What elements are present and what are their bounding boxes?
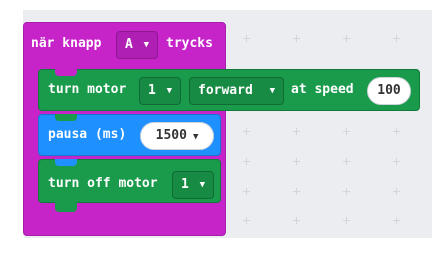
caret-down-icon: ▼	[269, 86, 275, 96]
grid-marker	[293, 188, 300, 195]
pause-label: pausa (ms)	[48, 127, 127, 142]
grid-marker	[393, 217, 400, 224]
grid-marker	[343, 217, 350, 224]
caret-down-icon: ▼	[192, 132, 199, 142]
grid-marker	[393, 128, 400, 135]
caret-down-icon: ▼	[199, 180, 205, 190]
pause-duration-dropdown[interactable]: 1500 ▼	[140, 122, 214, 150]
grid-marker	[393, 158, 400, 165]
caret-down-icon: ▼	[166, 86, 172, 96]
motor-select-value: 1	[148, 83, 156, 98]
direction-select-dropdown[interactable]: forward ▼	[189, 77, 284, 105]
grid-marker	[243, 128, 250, 135]
grid-marker	[393, 188, 400, 195]
block-notch	[55, 114, 77, 121]
grid-marker	[343, 128, 350, 135]
grid-marker	[343, 158, 350, 165]
grid-marker	[243, 217, 250, 224]
motor-select-dropdown[interactable]: 1 ▼	[139, 77, 181, 105]
button-select-value: A	[125, 37, 133, 52]
turn-motor-label: turn motor	[48, 82, 127, 97]
block-notch	[55, 202, 77, 212]
turn-off-motor-label: turn off motor	[48, 176, 158, 191]
motor-off-select-dropdown[interactable]: 1 ▼	[172, 171, 214, 199]
grid-marker	[293, 35, 300, 42]
grid-marker	[393, 35, 400, 42]
grid-marker	[343, 35, 350, 42]
block-notch	[55, 69, 77, 76]
motor-off-select-value: 1	[181, 177, 189, 192]
grid-marker	[243, 158, 250, 165]
direction-select-value: forward	[198, 83, 253, 98]
event-suffix-label: trycks	[166, 36, 213, 51]
grid-marker	[293, 128, 300, 135]
caret-down-icon: ▼	[143, 40, 149, 50]
grid-marker	[343, 188, 350, 195]
speed-input[interactable]: 100	[367, 77, 411, 105]
block-notch	[55, 159, 77, 166]
event-prefix-label: när knapp	[31, 36, 102, 51]
grid-marker	[293, 158, 300, 165]
grid-marker	[243, 188, 250, 195]
speed-label: at speed	[291, 82, 354, 97]
grid-marker	[243, 35, 250, 42]
grid-marker	[293, 217, 300, 224]
pause-duration-value: 1500	[155, 128, 187, 143]
button-select-dropdown[interactable]: A ▼	[116, 31, 158, 59]
